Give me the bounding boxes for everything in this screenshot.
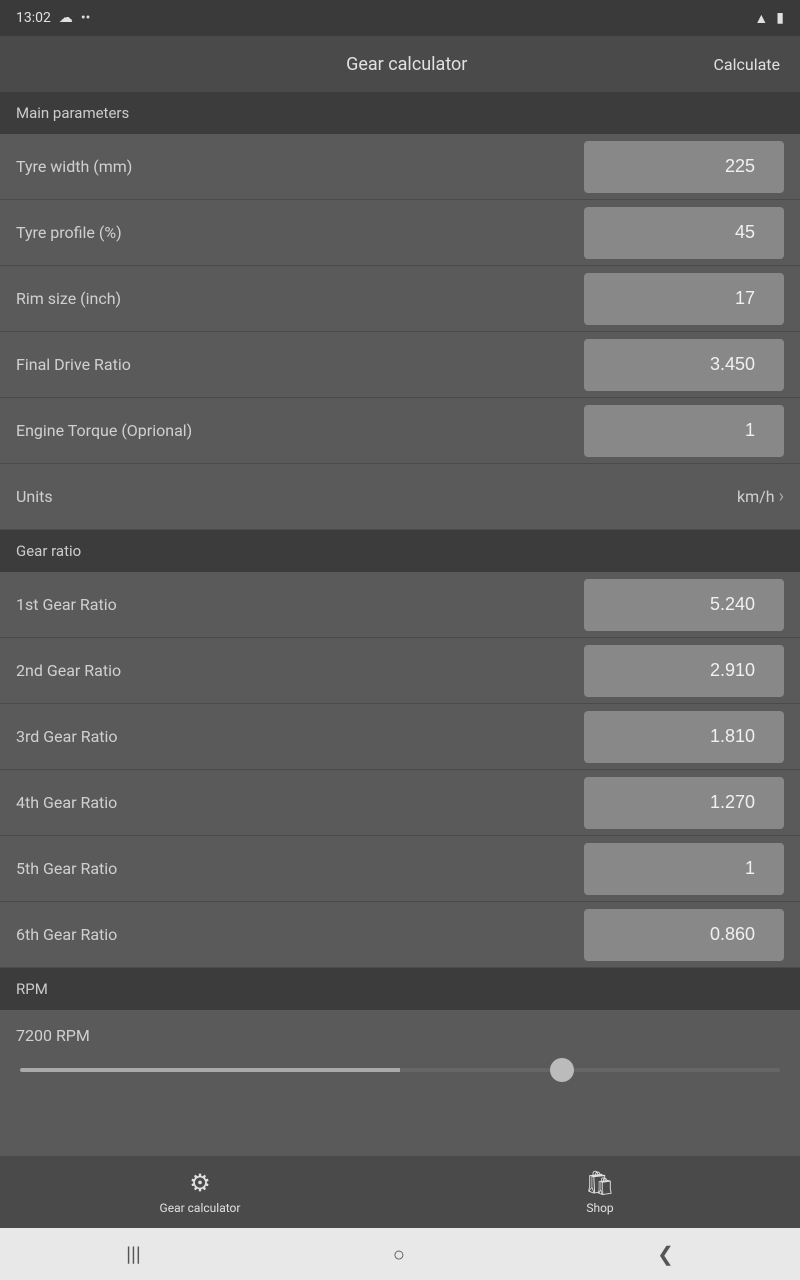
nav-recent-button[interactable]: ||| bbox=[102, 1234, 165, 1274]
rim-size-input[interactable] bbox=[584, 273, 784, 325]
gear-ratio-6-label: 6th Gear Ratio bbox=[16, 925, 117, 944]
gear-ratio-3-input[interactable] bbox=[584, 711, 784, 763]
tyre-width-row: Tyre width (mm) bbox=[0, 134, 800, 200]
gear-ratio-6-row: 6th Gear Ratio bbox=[0, 902, 800, 968]
tyre-profile-input[interactable] bbox=[584, 207, 784, 259]
rpm-header: RPM bbox=[0, 968, 800, 1010]
gear-ratio-2-row: 2nd Gear Ratio bbox=[0, 638, 800, 704]
rim-size-row: Rim size (inch) bbox=[0, 266, 800, 332]
tab-gear-calculator[interactable]: ⚙ Gear calculator bbox=[140, 1169, 260, 1215]
rpm-slider[interactable] bbox=[20, 1068, 780, 1072]
gear-ratio-2-label: 2nd Gear Ratio bbox=[16, 661, 121, 680]
engine-torque-row: Engine Torque (Oprional) bbox=[0, 398, 800, 464]
status-bar: 13:02 ☁ •• ▲ ▮ bbox=[0, 0, 800, 36]
top-bar: Gear calculator Calculate bbox=[0, 36, 800, 92]
engine-torque-input[interactable] bbox=[584, 405, 784, 457]
units-selector[interactable]: km/h › bbox=[737, 486, 784, 507]
tyre-width-label: Tyre width (mm) bbox=[16, 157, 132, 176]
gear-ratio-5-input[interactable] bbox=[584, 843, 784, 895]
bottom-tab-bar: ⚙ Gear calculator 🛍 Shop bbox=[0, 1156, 800, 1228]
gear-ratio-6-input[interactable] bbox=[584, 909, 784, 961]
nav-home-button[interactable]: ○ bbox=[369, 1234, 429, 1275]
nav-back-button[interactable]: ❮ bbox=[633, 1234, 698, 1274]
gear-ratio-4-label: 4th Gear Ratio bbox=[16, 793, 117, 812]
final-drive-ratio-label: Final Drive Ratio bbox=[16, 355, 131, 374]
gear-ratio-3-row: 3rd Gear Ratio bbox=[0, 704, 800, 770]
gear-ratio-5-label: 5th Gear Ratio bbox=[16, 859, 117, 878]
gear-ratio-3-label: 3rd Gear Ratio bbox=[16, 727, 118, 746]
time-display: 13:02 bbox=[16, 10, 51, 26]
status-bar-left: 13:02 ☁ •• bbox=[16, 10, 90, 26]
tyre-width-input[interactable] bbox=[584, 141, 784, 193]
units-value-text: km/h bbox=[737, 487, 775, 506]
gear-ratio-4-input[interactable] bbox=[584, 777, 784, 829]
tab-shop-label: Shop bbox=[586, 1201, 613, 1215]
units-row[interactable]: Units km/h › bbox=[0, 464, 800, 530]
units-label: Units bbox=[16, 487, 53, 506]
cloud-icon: ☁ bbox=[59, 10, 73, 26]
rpm-section: 7200 RPM bbox=[0, 1010, 800, 1084]
rim-size-label: Rim size (inch) bbox=[16, 289, 121, 308]
calculate-button[interactable]: Calculate bbox=[713, 55, 780, 74]
tyre-profile-row: Tyre profile (%) bbox=[0, 200, 800, 266]
chevron-right-icon: › bbox=[779, 486, 784, 507]
gear-ratio-2-input[interactable] bbox=[584, 645, 784, 697]
gear-ratio-1-row: 1st Gear Ratio bbox=[0, 572, 800, 638]
app-title: Gear calculator bbox=[100, 54, 713, 75]
status-bar-right: ▲ ▮ bbox=[754, 10, 784, 27]
tyre-profile-label: Tyre profile (%) bbox=[16, 223, 122, 242]
rpm-value-display: 7200 RPM bbox=[16, 1026, 784, 1045]
main-parameters-header: Main parameters bbox=[0, 92, 800, 134]
tab-shop[interactable]: 🛍 Shop bbox=[540, 1169, 660, 1215]
gear-ratio-5-row: 5th Gear Ratio bbox=[0, 836, 800, 902]
dots-icon: •• bbox=[81, 10, 90, 26]
wifi-icon: ▲ bbox=[754, 10, 768, 27]
tab-gear-calculator-label: Gear calculator bbox=[160, 1201, 241, 1215]
gear-ratio-header: Gear ratio bbox=[0, 530, 800, 572]
engine-torque-label: Engine Torque (Oprional) bbox=[16, 421, 192, 440]
battery-icon: ▮ bbox=[776, 10, 784, 26]
gear-ratio-1-input[interactable] bbox=[584, 579, 784, 631]
shop-icon: 🛍 bbox=[585, 1169, 615, 1197]
gear-ratio-4-row: 4th Gear Ratio bbox=[0, 770, 800, 836]
final-drive-ratio-row: Final Drive Ratio bbox=[0, 332, 800, 398]
gear-icon: ⚙ bbox=[189, 1169, 211, 1197]
gear-ratio-1-label: 1st Gear Ratio bbox=[16, 595, 117, 614]
rpm-slider-container bbox=[16, 1057, 784, 1076]
android-nav-bar: ||| ○ ❮ bbox=[0, 1228, 800, 1280]
final-drive-ratio-input[interactable] bbox=[584, 339, 784, 391]
